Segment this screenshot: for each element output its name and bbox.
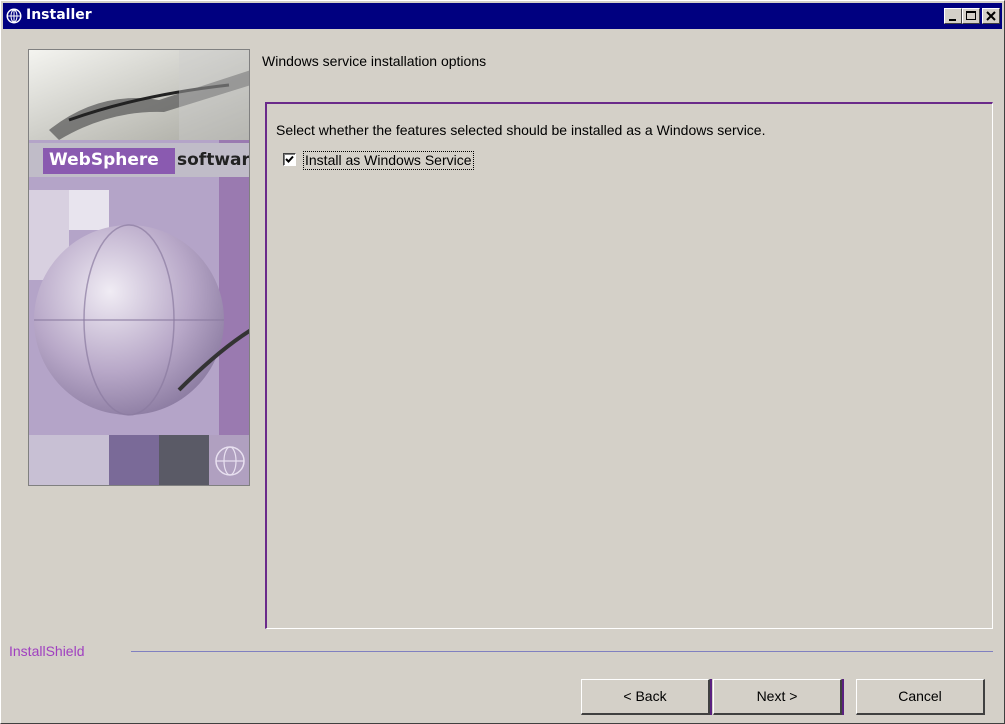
- window-title: Installer: [26, 7, 92, 23]
- footer-divider: [131, 651, 993, 652]
- globe-icon: [6, 8, 22, 24]
- websphere-banner-image: WebSphere software: [28, 49, 250, 486]
- banner-graphic: [29, 50, 249, 485]
- software-logo-text: software: [177, 150, 250, 170]
- maximize-icon: [966, 11, 976, 20]
- button-separator: [710, 679, 712, 715]
- next-button[interactable]: Next >: [713, 679, 842, 715]
- installshield-brand: InstallShield: [9, 643, 85, 659]
- page-title: Windows service installation options: [262, 53, 487, 69]
- websphere-logo-text: WebSphere: [49, 150, 159, 170]
- title-bar[interactable]: Installer: [3, 3, 1002, 29]
- close-button[interactable]: [982, 8, 1000, 24]
- install-service-label[interactable]: Install as Windows Service: [303, 151, 474, 170]
- checkmark-icon: [285, 155, 294, 163]
- install-service-checkbox[interactable]: [283, 153, 296, 166]
- close-icon: [986, 11, 996, 21]
- back-button[interactable]: < Back: [581, 679, 710, 715]
- options-panel: Select whether the features selected sho…: [265, 102, 993, 629]
- minimize-button[interactable]: [944, 8, 962, 24]
- button-separator: [842, 679, 844, 715]
- installer-window: Installer WebSphere softwar Windows serv…: [0, 0, 1005, 724]
- maximize-button[interactable]: [962, 8, 980, 24]
- panel-description: Select whether the features selected sho…: [276, 122, 766, 138]
- cancel-button[interactable]: Cancel: [856, 679, 985, 715]
- minimize-icon: [949, 19, 956, 21]
